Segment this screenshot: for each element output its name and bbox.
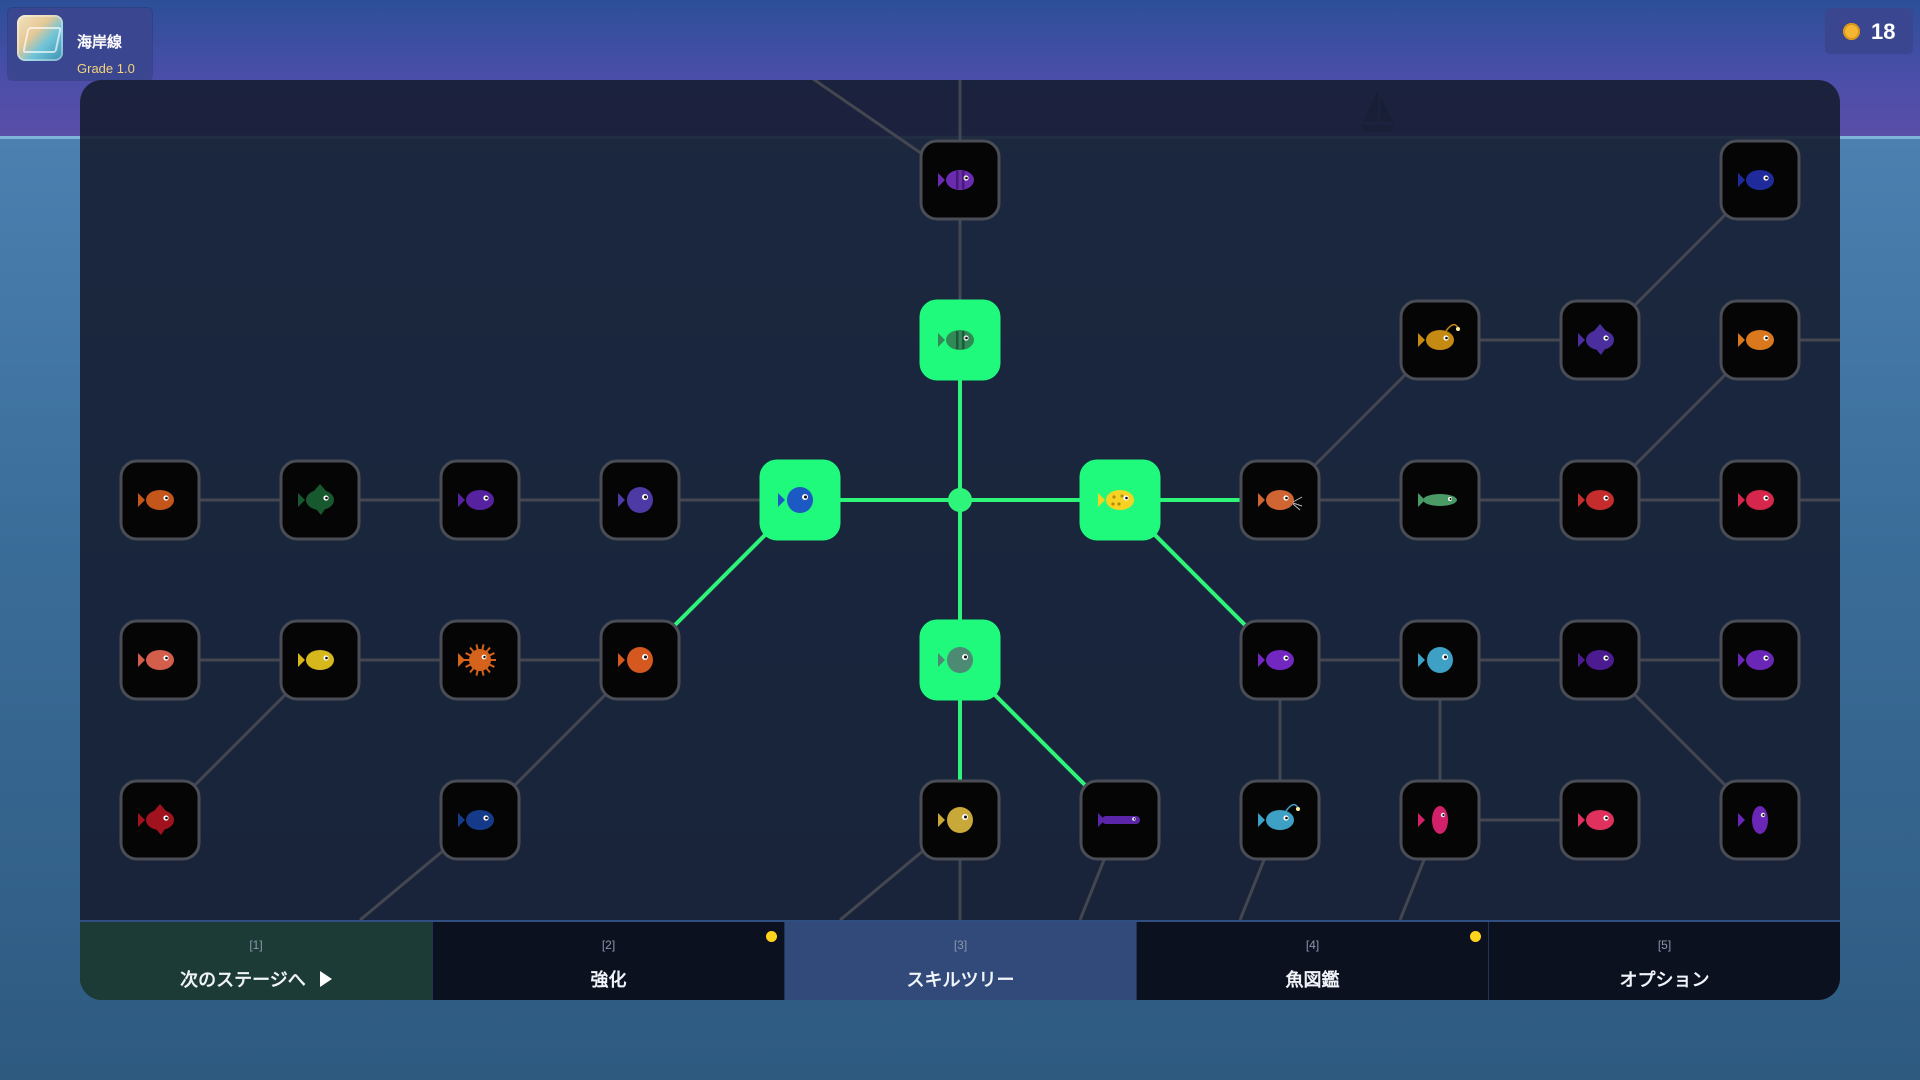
skill-node-l2[interactable] [439,459,521,541]
bottom-tab-bar: [1] 次のステージへ [2] 強化 [3] スキルツリー [4] 魚図鑑 [5… [80,920,1840,1000]
skill-node-bl2[interactable] [439,779,521,861]
skill-node-mr4[interactable] [1719,619,1801,701]
skill-node-ml3[interactable] [279,619,361,701]
coastline-stage-icon [17,15,63,61]
skill-node-ml4[interactable] [119,619,201,701]
skill-node-tr3[interactable] [1559,299,1641,381]
skill-node-l4[interactable] [119,459,201,541]
skill-node-left[interactable] [759,459,841,541]
skill-node-top2[interactable] [919,299,1001,381]
skill-node-mr2[interactable] [1399,619,1481,701]
skill-node-br2[interactable] [1399,779,1481,861]
gold-coin-icon [1843,23,1860,40]
tab-next-stage-label: 次のステージへ [180,970,306,990]
skill-node-bd[interactable] [1079,779,1161,861]
skill-node-tr4[interactable] [1719,299,1801,381]
skill-node-br3[interactable] [1559,779,1641,861]
tab-label: スキルツリー [906,970,1015,990]
skill-tree-panel: [1] 次のステージへ [2] 強化 [3] スキルツリー [4] 魚図鑑 [5… [80,80,1840,1000]
tab-label: 魚図鑑 [1285,970,1340,990]
tab-options[interactable]: [5] オプション [1488,922,1840,1000]
skill-node-mr3[interactable] [1559,619,1641,701]
skill-node-mr1[interactable] [1239,619,1321,701]
skill-node-tr2[interactable] [1399,299,1481,381]
tab-hotkey: [4] [1305,938,1320,952]
skill-tree-root [948,488,972,512]
stage-name: 海岸線 [77,34,123,51]
coin-amount: 18 [1871,19,1896,44]
skill-node-r1[interactable] [1239,459,1321,541]
stage-badge: 海岸線 Grade 1.0 [8,8,152,80]
tab-upgrade[interactable]: [2] 強化 [432,922,784,1000]
tab-hotkey: [5] [1657,938,1672,952]
tab-hotkey: [2] [601,938,616,952]
skill-node-l3[interactable] [279,459,361,541]
coin-counter: 18 [1825,8,1913,54]
skill-node-tr1[interactable] [1719,139,1801,221]
tab-label: 次のステージへ [80,966,432,992]
skill-node-down[interactable] [919,619,1001,701]
stage-grade: Grade 1.0 [77,61,135,76]
skill-node-br4[interactable] [1719,779,1801,861]
skill-tree[interactable] [80,80,1840,920]
skill-node-ml2[interactable] [439,619,521,701]
tab-label: 強化 [590,970,627,990]
tab-skill-tree[interactable]: [3] スキルツリー [784,922,1136,1000]
skill-node-right[interactable] [1079,459,1161,541]
skill-node-bc[interactable] [919,779,1001,861]
skill-node-top1[interactable] [919,139,1001,221]
skill-node-r3[interactable] [1559,459,1641,541]
tab-label: オプション [1619,970,1710,990]
skill-node-l1[interactable] [599,459,681,541]
skill-node-r4[interactable] [1719,459,1801,541]
skill-node-ml1[interactable] [599,619,681,701]
tab-next-stage[interactable]: [1] 次のステージへ [80,922,432,1000]
play-arrow-icon [319,971,332,987]
skill-node-bl4[interactable] [119,779,201,861]
skill-node-br1[interactable] [1239,779,1321,861]
tab-fish-encyclopedia[interactable]: [4] 魚図鑑 [1136,922,1488,1000]
skill-node-r2[interactable] [1399,459,1481,541]
tab-hotkey: [1] [249,938,263,952]
tab-hotkey: [3] [953,938,968,952]
